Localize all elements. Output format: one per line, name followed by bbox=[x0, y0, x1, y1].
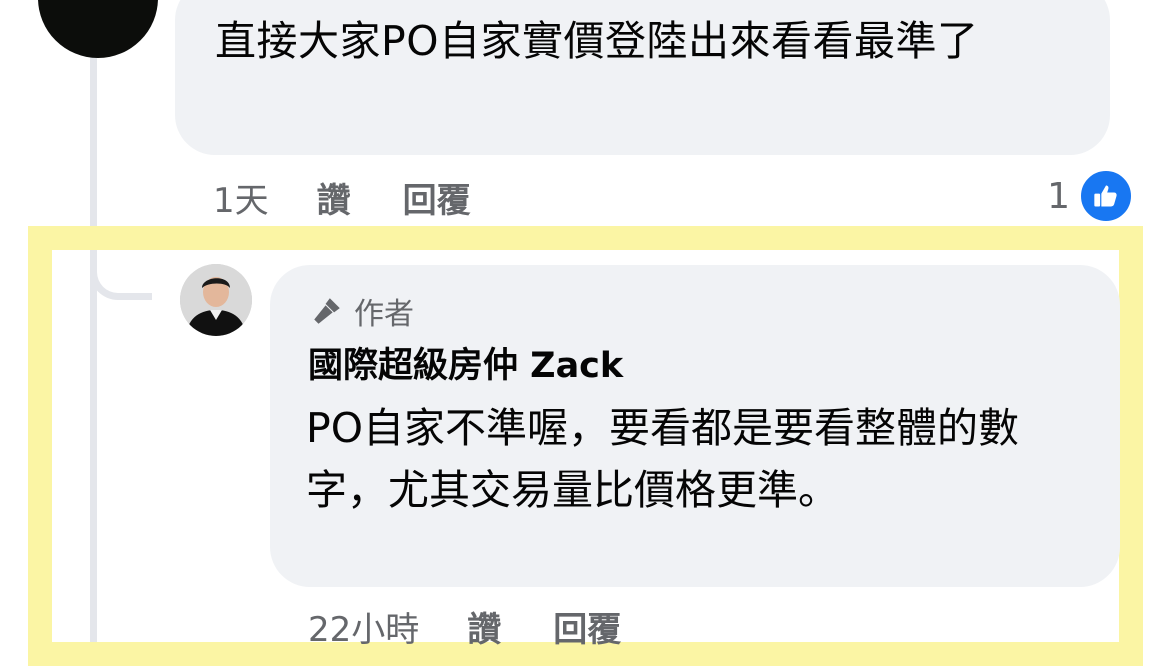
reply-timestamp[interactable]: 22小時 bbox=[308, 602, 419, 651]
reaction-count: 1 bbox=[1047, 175, 1070, 217]
comment-text: 直接大家PO自家實價登陸出來看看最準了 bbox=[215, 17, 979, 65]
like-button[interactable]: 讚 bbox=[317, 173, 351, 222]
avatar[interactable] bbox=[38, 0, 158, 58]
reaction-summary[interactable]: 1 bbox=[1047, 168, 1134, 224]
reply-bubble: 作者 國際超級房仲 Zack PO自家不準喔，要看都是要看整體的數字，尤其交易量… bbox=[270, 265, 1120, 587]
reply-button[interactable]: 回覆 bbox=[403, 173, 471, 222]
author-name[interactable]: 國際超級房仲 Zack bbox=[308, 337, 623, 388]
comment-actions: 1天 讚 回覆 bbox=[213, 172, 523, 222]
avatar[interactable] bbox=[180, 264, 252, 336]
thumbs-up-icon bbox=[1078, 168, 1134, 224]
reply-text: PO自家不準喔，要看都是要看整體的數字，尤其交易量比價格更準。 bbox=[306, 404, 1019, 514]
like-button[interactable]: 讚 bbox=[467, 602, 501, 651]
reply-actions: 22小時 讚 回覆 bbox=[308, 600, 673, 652]
author-badge-label: 作者 bbox=[354, 297, 414, 332]
author-badge: 作者 bbox=[310, 289, 414, 333]
comment-bubble: 直接大家PO自家實價登陸出來看看最準了 bbox=[175, 0, 1110, 155]
reply-button[interactable]: 回覆 bbox=[553, 602, 621, 651]
comment-timestamp[interactable]: 1天 bbox=[213, 173, 269, 222]
microphone-icon bbox=[310, 294, 344, 328]
